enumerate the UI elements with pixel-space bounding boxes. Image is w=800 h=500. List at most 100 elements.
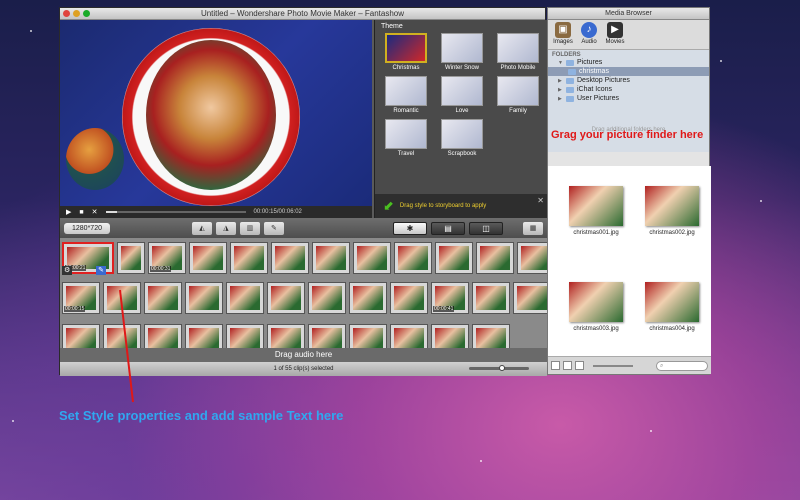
- tab-effects[interactable]: ◫: [469, 221, 503, 235]
- storyboard-clip[interactable]: [117, 242, 145, 274]
- star: [480, 460, 482, 462]
- storyboard-clip[interactable]: 00:00:15: [62, 282, 100, 314]
- storyboard-clip[interactable]: [312, 242, 350, 274]
- thumbnail-size-slider[interactable]: [593, 364, 633, 367]
- gear-icon[interactable]: ⚙: [62, 266, 73, 275]
- storyboard-clip[interactable]: 00:00:41: [431, 282, 469, 314]
- resolution-button[interactable]: 1280*720: [64, 222, 110, 234]
- thumbnail-item[interactable]: christmas001.jpg: [562, 186, 630, 260]
- storyboard-clip[interactable]: [435, 242, 473, 274]
- playback-progress[interactable]: [105, 211, 246, 213]
- storyboard-clip[interactable]: 00:00:31: [148, 242, 186, 274]
- theme-thumbnail: [385, 76, 427, 106]
- storyboard-clip[interactable]: [144, 324, 182, 348]
- storyboard-clip[interactable]: [267, 282, 305, 314]
- storyboard-clip[interactable]: [185, 282, 223, 314]
- storyboard-clip[interactable]: [353, 242, 391, 274]
- storyboard-clip[interactable]: [394, 242, 432, 274]
- star: [30, 30, 32, 32]
- storyboard-clip[interactable]: [308, 324, 346, 348]
- storyboard-clip[interactable]: [472, 324, 510, 348]
- folder-item-christmas[interactable]: christmas: [548, 67, 709, 76]
- storyboard-clip[interactable]: [226, 282, 264, 314]
- storyboard-clip[interactable]: [144, 282, 182, 314]
- storyboard-clip[interactable]: [349, 282, 387, 314]
- theme-item-family[interactable]: Family: [493, 76, 543, 114]
- theme-drag-hint: ⬋ Drag style to storyboard to apply ✕: [375, 194, 548, 218]
- delete-icon[interactable]: ▥: [239, 221, 260, 235]
- folder-item-desktop-pictures[interactable]: ▶ Desktop Pictures: [548, 76, 709, 85]
- zoom-slider[interactable]: [469, 365, 529, 371]
- theme-item-romantic[interactable]: Romantic: [381, 76, 431, 114]
- export-icon[interactable]: ▦: [523, 221, 543, 235]
- storyboard-clip[interactable]: [476, 242, 514, 274]
- storyboard-clip[interactable]: [103, 282, 141, 314]
- folder-item-pictures[interactable]: ▼ Pictures: [548, 58, 709, 67]
- search-field[interactable]: ⌕: [656, 360, 708, 371]
- close-button[interactable]: [63, 10, 70, 17]
- window-controls: [63, 10, 90, 17]
- storyboard-clip[interactable]: [226, 324, 264, 348]
- theme-item-travel[interactable]: Travel: [381, 119, 431, 157]
- storyboard-clip[interactable]: [267, 324, 305, 348]
- fullscreen-icon[interactable]: ✕: [92, 208, 98, 216]
- folder-icon: [566, 86, 574, 93]
- theme-thumbnail: [441, 33, 483, 63]
- thumbnail-item[interactable]: christmas003.jpg: [562, 282, 630, 356]
- storyboard-clip[interactable]: [472, 282, 510, 314]
- movies-icon: ▶: [607, 22, 623, 38]
- media-browser-title: Media Browser: [548, 8, 709, 20]
- tab-audio[interactable]: ♪ Audio: [578, 22, 600, 47]
- storyboard-clip[interactable]: [431, 324, 469, 348]
- theme-label: Christmas: [392, 65, 420, 71]
- storyboard-clip[interactable]: [308, 282, 346, 314]
- status-bar: 1 of 55 clip(s) selected: [60, 362, 547, 376]
- stop-icon[interactable]: ■: [79, 209, 83, 216]
- rotate-left-icon[interactable]: ◭: [191, 221, 212, 235]
- storyboard-clip[interactable]: [230, 242, 268, 274]
- theme-thumbnail: [441, 119, 483, 149]
- thumbnail-item[interactable]: christmas002.jpg: [638, 186, 706, 260]
- column-view-button[interactable]: [575, 361, 584, 370]
- theme-item-photo-mobile[interactable]: Photo Mobile: [493, 33, 543, 71]
- storyboard-clip[interactable]: [349, 324, 387, 348]
- annotation-drag-picture: Grag your picture finder here: [551, 129, 704, 141]
- drag-hint-text: Drag style to storyboard to apply: [399, 203, 487, 209]
- theme-item-christmas[interactable]: Christmas: [381, 33, 431, 71]
- audio-track[interactable]: Drag audio here: [60, 348, 547, 362]
- preview-timecode: 00:00:15/00:06:02: [253, 209, 302, 215]
- rotate-right-icon[interactable]: ◮: [215, 221, 236, 235]
- theme-item-scrapbook[interactable]: Scrapbook: [437, 119, 487, 157]
- tab-transition[interactable]: ▤: [431, 221, 465, 235]
- tab-style[interactable]: ✱: [393, 221, 427, 235]
- edit-text-icon[interactable]: ✎: [96, 266, 106, 275]
- edit-icon[interactable]: ✎: [263, 221, 284, 235]
- folder-item-user-pictures[interactable]: ▶ User Pictures: [548, 94, 709, 103]
- thumbnail-grid: christmas001.jpg christmas002.jpg christ…: [548, 166, 711, 356]
- storyboard-clip[interactable]: [513, 282, 547, 314]
- storyboard-clip[interactable]: [271, 242, 309, 274]
- storyboard-clip[interactable]: [390, 324, 428, 348]
- zoom-button[interactable]: [83, 10, 90, 17]
- tab-images[interactable]: ▣ Images: [552, 22, 574, 47]
- icon-view-button[interactable]: [551, 361, 560, 370]
- storyboard-clip[interactable]: [103, 324, 141, 348]
- thumbnail-item[interactable]: christmas004.jpg: [638, 282, 706, 356]
- storyboard-clip[interactable]: [189, 242, 227, 274]
- storyboard-clip[interactable]: [185, 324, 223, 348]
- theme-item-winter-snow[interactable]: Winter Snow: [437, 33, 487, 71]
- theme-label: Love: [455, 108, 469, 114]
- preview-area: ▶ ■ ✕ 00:00:15/00:06:02: [60, 20, 372, 218]
- theme-item-love[interactable]: Love: [437, 76, 487, 114]
- minimize-button[interactable]: [73, 10, 80, 17]
- list-view-button[interactable]: [563, 361, 572, 370]
- theme-grid: Christmas Winter Snow Photo Mobile Roman…: [375, 33, 547, 157]
- storyboard-clip[interactable]: [517, 242, 547, 274]
- play-icon[interactable]: ▶: [66, 208, 71, 216]
- arrow-down-left-icon: ⬋: [383, 198, 394, 213]
- storyboard-clip[interactable]: [390, 282, 428, 314]
- storyboard-clip[interactable]: [62, 324, 100, 348]
- close-icon[interactable]: ✕: [537, 196, 544, 205]
- tab-movies[interactable]: ▶ Movies: [604, 22, 626, 47]
- folder-item-ichat-icons[interactable]: ▶ iChat Icons: [548, 85, 709, 94]
